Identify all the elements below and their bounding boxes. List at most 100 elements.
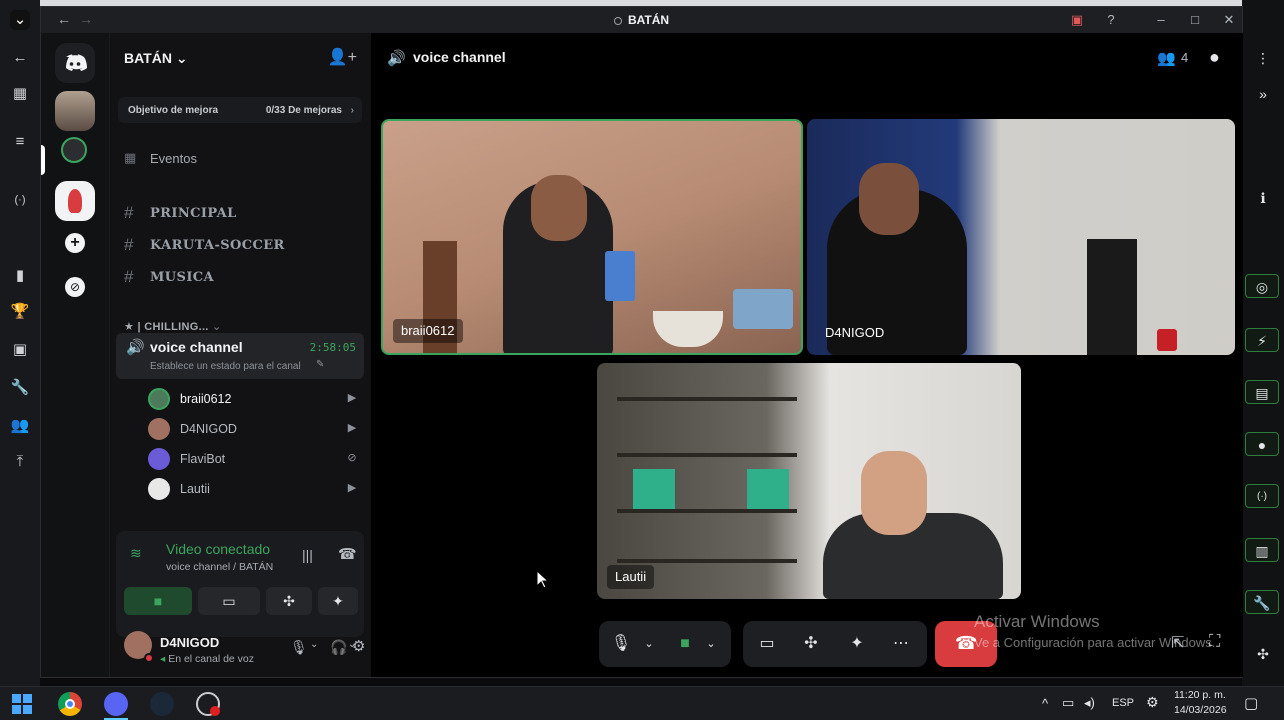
target-icon[interactable]: ◎ xyxy=(1245,274,1279,298)
voice-location[interactable]: voice channel / BATÁN xyxy=(166,561,273,573)
language-indicator[interactable]: ESP xyxy=(1112,697,1134,709)
signal-icon: ≋ xyxy=(130,545,142,561)
invite-user-icon[interactable]: 👤+ xyxy=(328,47,357,67)
maximize-button[interactable]: □ xyxy=(1186,12,1204,28)
discover-compass-icon[interactable]: ⊘ xyxy=(65,277,85,297)
pencil-icon[interactable]: ✎ xyxy=(316,359,324,370)
boost-goal-bar[interactable]: Objetivo de mejora 0/33 De mejoras › xyxy=(118,97,362,123)
server-icon-batan[interactable] xyxy=(55,181,95,221)
discord-taskbar-icon[interactable] xyxy=(104,692,128,716)
batan-logo-icon xyxy=(68,189,82,213)
camera-icon[interactable]: ▥ xyxy=(1245,538,1279,562)
member-braii0612[interactable]: braii0612 ▶ xyxy=(148,385,360,413)
chevron-down-icon[interactable]: ⌄ xyxy=(310,639,318,650)
double-chevron-icon[interactable]: » xyxy=(1243,82,1283,106)
voice-connected-panel: ≋ Video conectado voice channel / BATÁN … xyxy=(116,531,364,637)
upload-icon[interactable]: ⤒ xyxy=(10,452,30,472)
minimize-button[interactable]: – xyxy=(1152,12,1170,28)
category-chilling[interactable]: ★ | CHILLING... ⌄ xyxy=(124,320,222,333)
member-lautii[interactable]: Lautii ▶ xyxy=(148,475,360,503)
activities-icon[interactable]: ✣ xyxy=(799,632,823,656)
obs-icon[interactable] xyxy=(196,692,220,716)
channel-sidebar: BATÁN ⌄ 👤+ Objetivo de mejora 0/33 De me… xyxy=(109,33,371,677)
video-tile-braii0612[interactable]: braii0612 xyxy=(381,119,803,355)
chart-icon[interactable]: ▮ xyxy=(10,266,30,286)
screen-share-icon[interactable]: ▭ xyxy=(755,632,779,656)
video-icon: ▶ xyxy=(347,392,357,404)
settings-tray-icon[interactable]: ⚙ xyxy=(1146,694,1159,711)
close-button[interactable]: ✕ xyxy=(1220,12,1238,28)
more-icon[interactable]: ⋯ xyxy=(889,632,913,656)
server-name: BATÁN ⌄ xyxy=(124,50,188,66)
add-server-icon[interactable]: + xyxy=(65,233,85,253)
server-icon-activity[interactable] xyxy=(61,137,87,163)
discord-home-button[interactable] xyxy=(55,43,95,83)
chevron-down-icon[interactable]: ⌄ xyxy=(699,632,723,656)
video-tile-lautii[interactable]: Lautii xyxy=(597,363,1021,599)
chat-icon[interactable]: ● xyxy=(1245,432,1279,456)
menu-chevron-icon[interactable]: ⌄ xyxy=(10,10,30,30)
apps-grid-icon[interactable]: ▦ xyxy=(10,84,30,104)
mic-icon[interactable]: 🎙 xyxy=(609,632,633,656)
camera-icon[interactable]: ■ xyxy=(673,632,697,656)
channel-principal[interactable]: # PRINCIPAL xyxy=(120,200,360,226)
clock-time[interactable]: 11:20 p. m. xyxy=(1174,689,1226,701)
channel-label: KARUTA-SOCCER xyxy=(150,238,285,253)
soundboard-icon[interactable]: ✦ xyxy=(845,632,869,656)
camera-toggle-button[interactable]: ■ xyxy=(124,587,192,615)
channel-status-placeholder[interactable]: Establece un estado para el canal xyxy=(150,361,301,372)
channel-musica[interactable]: # MUSICA xyxy=(120,264,360,290)
username[interactable]: D4NIGOD xyxy=(160,635,219,650)
nodes-icon[interactable]: ✣ xyxy=(1243,642,1283,666)
discord-window: ← → BATÁN ▣ ? – □ ✕ + ⊘ BATÁN ⌄ 👤+ Objet… xyxy=(40,6,1243,678)
bolt-icon[interactable]: ⚡ xyxy=(1245,328,1279,352)
tile-name-label: D4NIGOD xyxy=(825,325,885,340)
more-vertical-icon[interactable]: ⋮ xyxy=(1243,46,1283,70)
server-header[interactable]: BATÁN ⌄ 👤+ xyxy=(110,33,371,81)
chevron-down-icon[interactable]: ⌄ xyxy=(637,632,661,656)
box-shape xyxy=(633,469,675,509)
wrench-icon[interactable]: 🔧 xyxy=(10,378,30,398)
chrome-icon[interactable] xyxy=(58,692,82,716)
noise-suppression-icon[interactable]: ||| xyxy=(302,547,313,563)
film-icon[interactable]: ▣ xyxy=(10,340,30,360)
clock-date[interactable]: 14/03/2026 xyxy=(1174,704,1227,716)
screen-share-alert-icon[interactable]: ▣ xyxy=(1068,12,1086,28)
steam-icon[interactable] xyxy=(150,692,174,716)
tray-chevron-icon[interactable]: ^ xyxy=(1042,696,1048,711)
disconnect-icon[interactable]: ☎ xyxy=(338,545,357,563)
notifications-icon[interactable]: ▢ xyxy=(1244,694,1258,712)
shelf-shape xyxy=(617,453,797,457)
trophy-icon[interactable]: 🏆 xyxy=(10,302,30,322)
member-flavibot[interactable]: FlaviBot ⊘ xyxy=(148,445,360,473)
back-arrow-icon[interactable]: ← xyxy=(10,48,30,68)
broadcast-icon[interactable]: (·) xyxy=(1245,484,1279,508)
settings-gear-icon[interactable]: ⚙ xyxy=(352,637,365,655)
document-icon[interactable]: ▤ xyxy=(1245,380,1279,404)
avatar xyxy=(148,388,170,410)
volume-icon[interactable]: ◂) xyxy=(1084,695,1095,711)
participants-icon[interactable]: 👥 xyxy=(1157,49,1176,67)
server-icon-photo[interactable] xyxy=(55,91,95,131)
windows-start-icon[interactable] xyxy=(10,692,34,716)
network-icon[interactable]: ▭ xyxy=(1062,695,1074,711)
events-item[interactable]: ▦ Eventos xyxy=(120,145,360,171)
video-tile-d4nigod[interactable]: D4NIGOD xyxy=(807,119,1235,355)
voice-channel-item[interactable]: 🔊 voice channel 2:58:05 Establece un est… xyxy=(116,333,364,379)
info-icon[interactable]: ℹ xyxy=(1243,186,1283,210)
users-cog-icon[interactable]: 👥 xyxy=(10,416,30,436)
headphones-icon[interactable]: 🎧 xyxy=(330,639,347,656)
help-icon[interactable]: ? xyxy=(1102,12,1120,28)
broadcast-icon[interactable]: (·) xyxy=(10,190,30,210)
activities-button[interactable]: ✣ xyxy=(266,587,312,615)
wrench-icon[interactable]: 🔧 xyxy=(1245,590,1279,614)
soundboard-button[interactable]: ✦ xyxy=(318,587,358,615)
hamburger-icon[interactable]: ≡ xyxy=(10,132,30,152)
voice-status[interactable]: Video conectado xyxy=(166,541,270,557)
channel-karuta-soccer[interactable]: # KARUTA-SOCCER xyxy=(120,232,360,258)
chat-bubble-icon[interactable]: ● xyxy=(1209,47,1220,68)
member-d4nigod[interactable]: D4NIGOD ▶ xyxy=(148,415,360,443)
mic-icon[interactable]: 🎙 xyxy=(290,639,308,656)
screen-share-button[interactable]: ▭ xyxy=(198,587,260,615)
mouse-cursor-icon xyxy=(537,571,549,589)
